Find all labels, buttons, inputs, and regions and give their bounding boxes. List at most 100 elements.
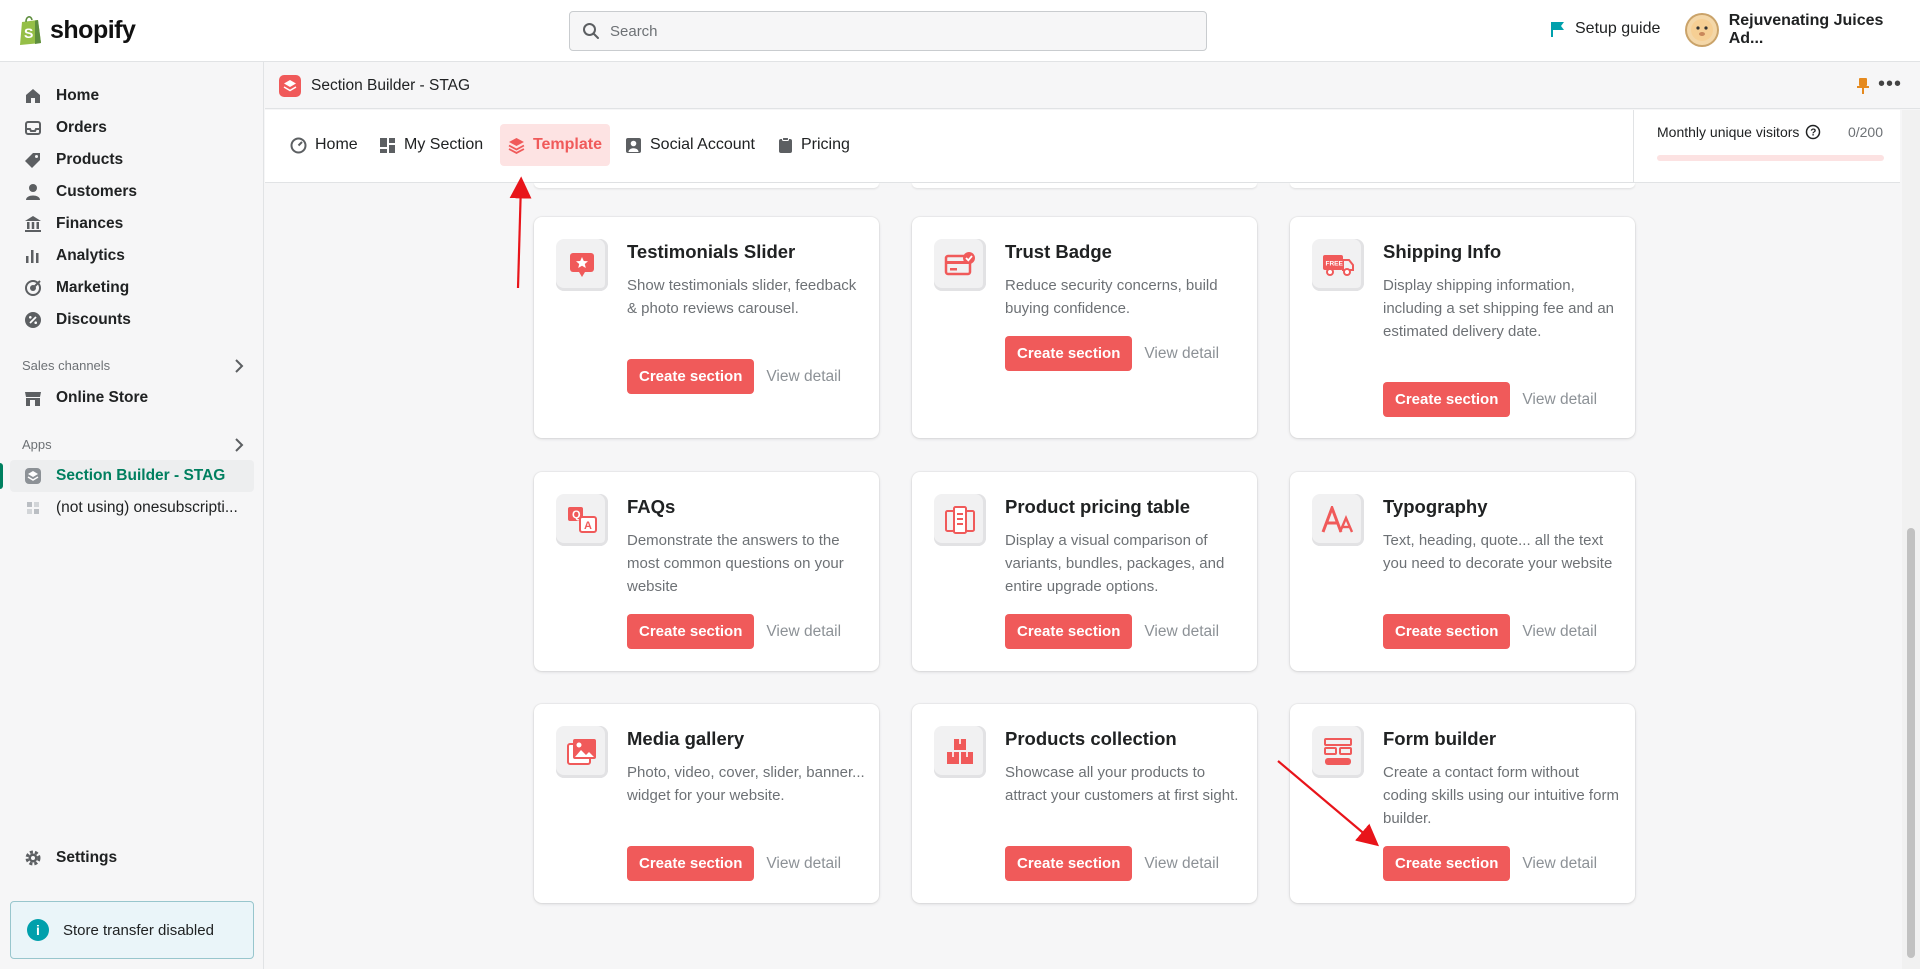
apps-header[interactable]: Apps [22, 437, 244, 452]
card-description: Reduce security concerns, build buying c… [1005, 277, 1218, 317]
tab-label: My Section [404, 136, 484, 153]
card-description: Photo, video, cover, slider, banner... w… [627, 764, 865, 804]
sidebar-item-label: Products [56, 151, 124, 168]
sales-channels-label: Sales channels [22, 358, 111, 373]
sidebar-item-label: (not using) onesubscripti... [56, 499, 238, 516]
view-detail-link[interactable]: View detail [1144, 855, 1219, 873]
tab-template[interactable]: Template [500, 124, 610, 166]
sidebar-item-label: Settings [56, 849, 118, 866]
card-description: Display a visual comparison of variants,… [1005, 532, 1225, 595]
home-icon [26, 89, 40, 103]
shopify-bag-icon: S [20, 16, 41, 45]
store-transfer-text: Store transfer disabled [63, 921, 214, 939]
store-name: Rejuvenating Juices Ad... [1728, 12, 1884, 47]
sidebar-item-home[interactable]: Home [10, 80, 254, 112]
search-input[interactable] [610, 22, 1170, 40]
view-detail-link[interactable]: View detail [1144, 623, 1219, 641]
percent-icon [25, 312, 41, 328]
template-card: Product pricing table Display a visual c… [912, 472, 1257, 671]
section-builder-app-icon [25, 468, 41, 484]
create-section-button[interactable]: Create section [627, 846, 755, 881]
sidebar: Home Orders Products Customers Finances … [0, 62, 264, 969]
orders-icon [25, 121, 41, 135]
card-title: Media gallery [627, 728, 745, 749]
create-section-button[interactable]: Create section [1383, 614, 1511, 649]
view-detail-link[interactable]: View detail [1522, 855, 1597, 873]
sidebar-item-finances[interactable]: Finances [10, 208, 254, 240]
card-actions: Create section View detail [1005, 336, 1219, 371]
sidebar-item-label: Finances [56, 215, 124, 232]
boxes-icon [934, 726, 986, 778]
search-box[interactable] [569, 11, 1207, 51]
brand-wordmark: shopify [50, 15, 136, 44]
sidebar-item-online-store[interactable]: Online Store [10, 382, 254, 414]
arrow-to-template-tab [509, 176, 532, 289]
card-stub [912, 183, 1257, 188]
view-detail-link[interactable]: View detail [1522, 623, 1597, 641]
svg-text:?: ? [1811, 128, 1817, 139]
more-options-icon[interactable]: ••• [1878, 73, 1902, 96]
view-detail-link[interactable]: View detail [766, 855, 841, 873]
tab-home[interactable]: Home [282, 124, 366, 166]
shopify-logo[interactable]: S shopify [18, 14, 136, 46]
card-title: Form builder [1383, 728, 1497, 749]
view-detail-link[interactable]: View detail [1522, 391, 1597, 409]
create-section-button[interactable]: Create section [1005, 846, 1133, 881]
tab-social-account[interactable]: Social Account [617, 124, 763, 166]
sidebar-item-settings[interactable]: Settings [10, 842, 254, 874]
tab-label: Pricing [801, 136, 850, 153]
scrollbar-thumb[interactable] [1907, 528, 1915, 958]
tab-my-section[interactable]: My Section [371, 124, 491, 166]
view-detail-link[interactable]: View detail [766, 623, 841, 641]
template-card: Form builder Create a contact form witho… [1290, 704, 1635, 903]
account-icon [626, 137, 641, 153]
sidebar-item-discounts[interactable]: Discounts [10, 304, 254, 336]
sidebar-item-customers[interactable]: Customers [10, 176, 254, 208]
card-actions: Create section View detail [627, 359, 841, 394]
template-card: Trust Badge Reduce security concerns, bu… [912, 217, 1257, 438]
svg-text:A: A [584, 520, 592, 532]
tag-icon [25, 153, 40, 168]
sidebar-item-onesubscription[interactable]: (not using) onesubscripti... [10, 492, 254, 524]
sidebar-item-products[interactable]: Products [10, 144, 254, 176]
sidebar-item-label: Marketing [56, 279, 130, 296]
template-card: Testimonials Slider Show testimonials sl… [534, 217, 879, 438]
view-detail-link[interactable]: View detail [1144, 345, 1219, 363]
card-description: Text, heading, quote... all the text you… [1383, 532, 1613, 572]
media-gallery-icon [556, 726, 608, 778]
view-detail-link[interactable]: View detail [766, 368, 841, 386]
template-card: FREE Shipping Info Display shipping info… [1290, 217, 1635, 438]
create-section-button[interactable]: Create section [1383, 846, 1511, 881]
apps-label: Apps [22, 437, 52, 452]
avatar [1685, 13, 1719, 47]
tab-label: Social Account [650, 136, 755, 153]
sidebar-item-label: Orders [56, 119, 107, 136]
create-section-button[interactable]: Create section [627, 359, 755, 394]
sidebar-item-analytics[interactable]: Analytics [10, 240, 254, 272]
create-section-button[interactable]: Create section [1005, 614, 1133, 649]
setup-guide-button[interactable]: Setup guide [1549, 20, 1660, 38]
free-shipping-truck-icon: FREE [1312, 239, 1364, 291]
sidebar-item-section-builder[interactable]: Section Builder - STAG [10, 460, 254, 492]
visitor-usage-panel: Monthly unique visitors ? 0/200 [1633, 110, 1900, 183]
card-title: Typography [1383, 496, 1488, 517]
info-icon: i [27, 919, 49, 941]
visitors-progress-bar [1657, 155, 1884, 161]
create-section-button[interactable]: Create section [1005, 336, 1133, 371]
store-menu[interactable]: Rejuvenating Juices Ad... [1685, 12, 1920, 48]
trust-badge-icon [934, 239, 986, 291]
store-transfer-banner: i Store transfer disabled [10, 901, 254, 959]
tab-pricing[interactable]: Pricing [770, 124, 858, 166]
pin-icon[interactable] [1856, 77, 1870, 95]
visitors-label: Monthly unique visitors [1657, 124, 1800, 140]
search-icon [583, 23, 599, 39]
help-icon[interactable]: ? [1805, 124, 1821, 140]
create-section-button[interactable]: Create section [627, 614, 755, 649]
sidebar-item-label: Discounts [56, 311, 131, 328]
visitors-label-row: Monthly unique visitors ? [1657, 124, 1821, 140]
sidebar-item-orders[interactable]: Orders [10, 112, 254, 144]
sidebar-item-marketing[interactable]: Marketing [10, 272, 254, 304]
sales-channels-header[interactable]: Sales channels [22, 358, 244, 373]
faq-icon: QA [556, 494, 608, 546]
create-section-button[interactable]: Create section [1383, 382, 1511, 417]
